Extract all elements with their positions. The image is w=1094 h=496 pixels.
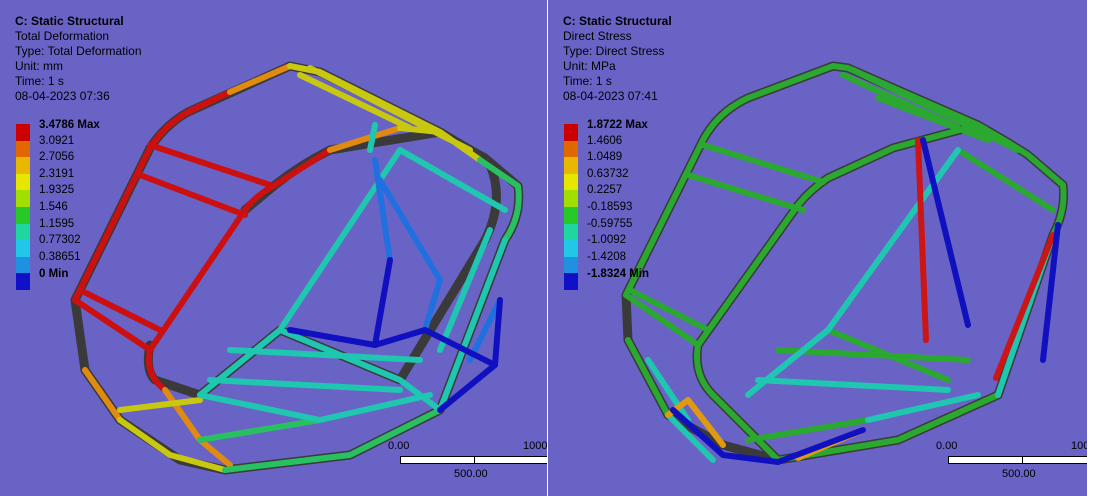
result-time: Time: 1 s [15, 74, 64, 88]
result-date: 08-04-2023 07:41 [563, 89, 658, 103]
scale-start-label: 0.00 [388, 440, 410, 452]
result-date: 08-04-2023 07:36 [15, 89, 110, 103]
legend-tick: -1.4208 [587, 250, 627, 263]
legend-swatch [564, 273, 578, 290]
legend-swatch [16, 190, 30, 207]
legend-tick: 0.77302 [39, 234, 81, 247]
result-unit: Unit: mm [15, 59, 63, 73]
legend-tick: 0.63732 [587, 167, 629, 180]
result-info: C: Static Structural Total Deformation T… [15, 14, 142, 104]
legend-swatch [16, 223, 30, 241]
result-name: Total Deformation [15, 29, 110, 43]
result-type: Type: Direct Stress [563, 44, 665, 58]
scale-ruler: 0.00 1000 500.00 [388, 440, 547, 480]
legend-swatch [16, 206, 30, 224]
legend-swatch [16, 240, 30, 257]
legend-swatch [564, 190, 578, 207]
legend-swatch [564, 124, 578, 141]
legend-swatch [16, 173, 30, 191]
legend-swatch [16, 124, 30, 141]
legend-tick: 3.0921 [39, 134, 75, 147]
result-info: C: Static Structural Direct Stress Type:… [563, 14, 672, 104]
scale-ruler: 0.00 1000 500.00 [936, 440, 1087, 480]
legend-tick: 1.546 [39, 200, 68, 213]
scale-bar [948, 456, 1087, 464]
legend-swatch [16, 273, 30, 290]
legend-tick: 0.38651 [39, 250, 81, 263]
scale-end-label: 1000 [1071, 440, 1087, 452]
legend-tick: 1.4606 [587, 134, 623, 147]
legend-swatch [564, 256, 578, 274]
legend-tick: -1.0092 [587, 234, 627, 247]
legend-swatch [564, 140, 578, 158]
legend-swatch [16, 256, 30, 274]
scale-bar [400, 456, 547, 464]
result-type: Type: Total Deformation [15, 44, 142, 58]
legend-max-label[interactable]: 1.8722 Max [587, 118, 648, 132]
legend-tick: 0.2257 [587, 184, 623, 197]
window-edge [1087, 0, 1094, 496]
legend-swatch [564, 240, 578, 257]
legend-swatch [564, 173, 578, 191]
viewport-total-deformation[interactable]: C: Static Structural Total Deformation T… [0, 0, 547, 496]
result-name: Direct Stress [563, 29, 632, 43]
viewport-direct-stress[interactable]: C: Static Structural Direct Stress Type:… [548, 0, 1087, 496]
legend-min-label[interactable]: 0 Min [39, 267, 68, 281]
legend-tick: 1.1595 [39, 217, 75, 230]
legend-tick: 1.9325 [39, 184, 75, 197]
scale-mid-label: 500.00 [1002, 468, 1036, 480]
scale-mid-label: 500.00 [454, 468, 488, 480]
legend-max-label[interactable]: 3.4786 Max [39, 118, 100, 132]
legend-tick: -0.59755 [587, 217, 633, 230]
result-time: Time: 1 s [563, 74, 612, 88]
legend-tick: 1.0489 [587, 151, 623, 164]
legend-swatch [564, 206, 578, 224]
legend-tick: 2.3191 [39, 167, 75, 180]
legend-min-label[interactable]: -1.8324 Min [587, 267, 649, 281]
legend-tick: -0.18593 [587, 200, 633, 213]
legend-swatch [564, 157, 578, 174]
legend-swatch [16, 140, 30, 158]
scale-start-label: 0.00 [936, 440, 958, 452]
scale-end-label: 1000 [523, 440, 547, 452]
legend-swatch [564, 223, 578, 241]
legend-swatch [16, 157, 30, 174]
analysis-title: C: Static Structural [15, 14, 124, 28]
legend-tick: 2.7056 [39, 151, 75, 164]
result-unit: Unit: MPa [563, 59, 616, 73]
analysis-title: C: Static Structural [563, 14, 672, 28]
